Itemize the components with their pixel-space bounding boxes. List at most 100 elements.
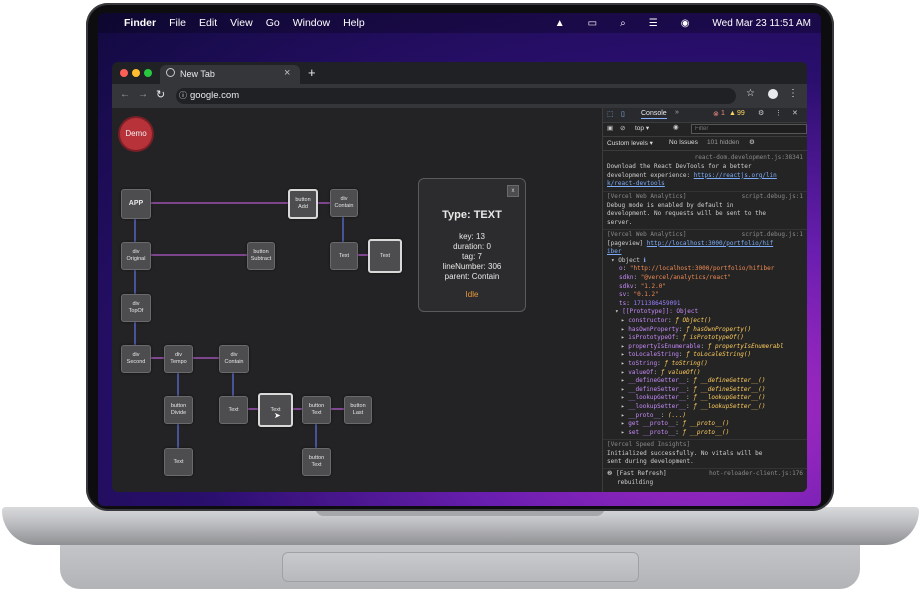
info-close-button[interactable]: x (507, 185, 519, 197)
prototype-item[interactable]: ▸ __defineGetter__: ƒ __defineGetter__() (621, 377, 807, 386)
prototype-item[interactable]: ▸ constructor: ƒ Object() (621, 317, 807, 326)
react-devtools-link-cont[interactable]: k/react-devtools (607, 180, 803, 189)
prototype-expander[interactable]: ▾ [[Prototype]]: Object (615, 308, 807, 317)
tree-node-div-second[interactable]: div Second (121, 345, 151, 373)
prototype-item[interactable]: ▸ hasOwnProperty: ƒ hasOwnProperty() (621, 326, 807, 335)
prototype-item[interactable]: ▸ set __proto__: ƒ __proto__() (621, 429, 807, 438)
clear-console-icon[interactable]: ⊘ (620, 124, 625, 132)
devtools-close-icon[interactable]: ✕ (792, 109, 798, 117)
tree-node-button-text-1[interactable]: button Text (302, 396, 331, 424)
warning-icon[interactable]: ▲ (729, 110, 736, 117)
tree-node-app[interactable]: APP (121, 189, 151, 219)
menu-app-name[interactable]: Finder (124, 17, 156, 29)
tree-node-div-contain-top[interactable]: div Contain (330, 189, 358, 217)
menu-view[interactable]: View (230, 17, 253, 29)
pageview-link-cont[interactable]: iber (607, 248, 803, 257)
log-source[interactable]: script.debug.js:1 (742, 231, 803, 240)
tree-node-button-subtract[interactable]: button Subtract (247, 242, 275, 270)
prototype-item[interactable]: ▸ __proto__: (...) (621, 412, 807, 421)
log-source[interactable]: hot-reloader-client.js:176 (709, 470, 803, 479)
tree-node-text-2[interactable]: Text (368, 239, 402, 273)
prototype-item-value: ƒ propertyIsEnumerabl (707, 342, 784, 350)
tree-node-div-topof[interactable]: div TopOf (121, 294, 151, 322)
levels-dropdown[interactable]: Custom levels ▾ (607, 139, 653, 147)
prototype-item-value: ƒ toString() (664, 360, 708, 367)
prototype-item[interactable]: ▸ __defineSetter__: ƒ __defineSetter__() (621, 386, 807, 395)
menu-window[interactable]: Window (293, 17, 330, 29)
object-expander[interactable]: ▾ Object ℹ (611, 257, 807, 266)
control-center-icon[interactable]: ☰ (649, 18, 658, 29)
log-divider (603, 439, 807, 440)
bookmark-star-icon[interactable]: ☆ (746, 88, 755, 99)
menubar-clock[interactable]: Wed Mar 23 11:51 AM (712, 18, 811, 29)
tree-node-button-divide[interactable]: button Divide (164, 396, 193, 424)
log-line: development. No requests will be sent to… (607, 210, 766, 218)
menu-help[interactable]: Help (343, 17, 365, 29)
prototype-item[interactable]: ▸ __lookupGetter__: ƒ __lookupGetter__() (621, 394, 807, 403)
prototype-item-key: __lookupGetter__ (628, 394, 687, 402)
browser-window: New Tab × + ← → ↻ ⓘ google.com ☆ ⋮ Demo (112, 62, 807, 492)
prototype-item[interactable]: ▸ toString: ƒ toString() (621, 360, 807, 369)
back-icon[interactable]: ← (120, 89, 130, 100)
console-levels-bar: Custom levels ▾ No Issues 101 hidden ⚙ (603, 136, 807, 151)
more-tabs-icon[interactable]: » (675, 109, 679, 116)
context-select[interactable]: top ▾ (635, 124, 649, 132)
log-line: server. (607, 218, 633, 226)
console-filter-input[interactable] (691, 124, 807, 134)
tree-node-button-last[interactable]: button Last (344, 396, 372, 424)
issues-badge[interactable]: No Issues (669, 139, 698, 146)
menu-kebab-icon[interactable]: ⋮ (788, 88, 798, 99)
pageview-link[interactable]: http://localhost:3000/portfolio/hif (647, 240, 773, 247)
siri-icon[interactable]: ◉ (681, 18, 690, 29)
tab-new-tab[interactable]: New Tab × (160, 65, 300, 84)
wifi-icon[interactable]: ▲ (555, 18, 565, 29)
tree-node-div-contain-mid[interactable]: div Contain (219, 345, 249, 373)
devtools-menu-icon[interactable]: ⋮ (775, 109, 782, 117)
settings-gear-icon[interactable]: ⚙ (758, 109, 764, 117)
menu-edit[interactable]: Edit (199, 17, 217, 29)
tree-visualizer: Demo APP button Add div Contain Text Tex… (112, 108, 602, 492)
eye-icon[interactable]: ◉ (673, 123, 679, 131)
prototype-item[interactable]: ▸ get __proto__: ƒ __proto__() (621, 420, 807, 429)
tab-close-icon[interactable]: × (284, 67, 290, 79)
search-icon[interactable]: ⌕ (620, 18, 626, 29)
menu-file[interactable]: File (169, 17, 186, 29)
forward-icon[interactable]: → (138, 89, 148, 100)
prototype-item[interactable]: ▸ toLocaleString: ƒ toLocaleString() (621, 351, 807, 360)
address-bar[interactable]: ⓘ google.com (176, 88, 736, 104)
inspect-icon[interactable]: ⬚ (607, 110, 614, 118)
prototype-item-key: __defineSetter__ (628, 385, 687, 393)
prototype-item[interactable]: ▸ isPrototypeOf: ƒ isPrototypeOf() (621, 334, 807, 343)
close-window-button[interactable] (120, 69, 128, 77)
zoom-window-button[interactable] (144, 69, 152, 77)
log-header: ❷ [Fast Refresh] hot-reloader-client.js:1… (607, 470, 803, 479)
menu-go[interactable]: Go (266, 17, 280, 29)
new-tab-button[interactable]: + (308, 65, 316, 80)
site-info-icon[interactable]: ⓘ (179, 88, 187, 104)
tree-node-text-3[interactable]: Text (219, 396, 248, 424)
prototype-item-key: valueOf (628, 368, 654, 376)
error-icon[interactable]: ⊗ (713, 110, 719, 118)
reload-icon[interactable]: ↻ (156, 88, 165, 101)
log-source-react[interactable]: react-dom.development.js:38341 (607, 154, 803, 163)
tab-console[interactable]: Console (641, 110, 667, 119)
tree-node-div-tempo[interactable]: div Tempo (164, 345, 193, 373)
sidebar-toggle-icon[interactable]: ▣ (607, 124, 613, 132)
tree-node-text-1[interactable]: Text (330, 242, 358, 270)
device-toolbar-icon[interactable]: ▯ (621, 110, 625, 118)
log-source[interactable]: script.debug.js:1 (742, 193, 803, 202)
battery-icon[interactable]: ▭ (588, 18, 597, 29)
prototype-item[interactable]: ▸ __lookupSetter__: ƒ __lookupSetter__() (621, 403, 807, 412)
console-settings-icon[interactable]: ⚙ (749, 138, 755, 146)
tree-node-button-text-2[interactable]: button Text (302, 448, 331, 476)
prototype-item[interactable]: ▸ propertyIsEnumerable: ƒ propertyIsEnum… (621, 343, 807, 352)
tree-node-text-4[interactable]: Text (258, 393, 293, 427)
tree-node-button-add[interactable]: button Add (288, 189, 318, 219)
levels-label: Custom levels (607, 140, 648, 147)
prototype-item[interactable]: ▸ valueOf: ƒ valueOf() (621, 369, 807, 378)
tree-node-div-original[interactable]: div Original (121, 242, 151, 270)
minimize-window-button[interactable] (132, 69, 140, 77)
react-devtools-link[interactable]: https://reactjs.org/lin (694, 172, 777, 179)
tree-node-text-5[interactable]: Text (164, 448, 193, 476)
profile-icon[interactable] (768, 89, 778, 99)
